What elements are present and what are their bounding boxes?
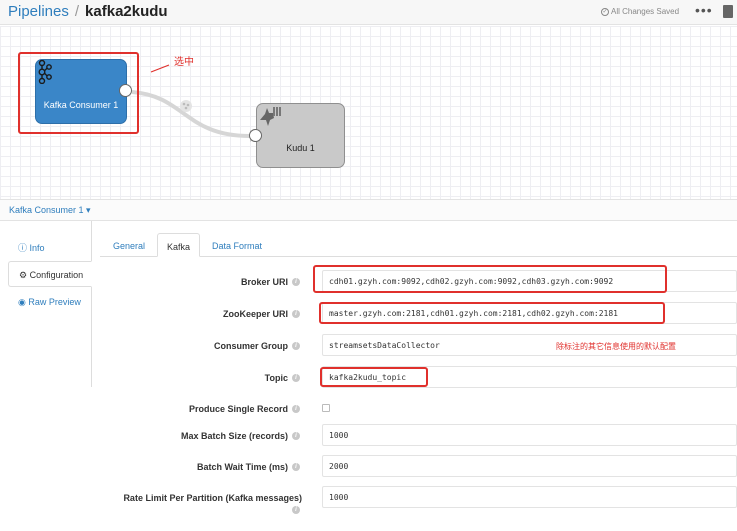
rate-limit-label: Rate Limit Per Partition (Kafka messages… [123,493,302,503]
zookeeper-uri-annotation-box [319,302,665,324]
config-tabs: General Kafka Data Format [100,233,737,257]
kafka-icon [38,60,52,84]
eye-icon: ◉ [18,297,29,307]
batch-wait-time-label: Batch Wait Time (ms) [196,462,288,472]
nav-item-raw-preview[interactable]: ◉ Raw Preview [8,289,92,315]
default-config-note: 除标注的其它信息使用的默认配置 [556,342,676,351]
nav-item-raw-preview-label: Raw Preview [28,297,81,307]
max-batch-size-info-icon[interactable]: i [292,432,300,440]
tab-general[interactable]: General [106,233,152,257]
save-status: ✓ All Changes Saved [601,7,679,16]
document-icon[interactable] [723,5,733,18]
batch-wait-time-field[interactable]: 2000 [322,455,737,477]
consumer-group-label: Consumer Group [213,341,288,351]
stage-kafka-consumer[interactable]: Kafka Consumer 1 [35,59,127,124]
consumer-group-info-icon[interactable]: i [292,342,300,350]
data-rules-icon [180,100,192,112]
topic-annotation-box [320,367,428,387]
save-status-text: All Changes Saved [611,7,680,16]
stage-kafka-label: Kafka Consumer 1 [43,100,119,110]
batch-wait-time-info-icon[interactable]: i [292,463,300,471]
pipeline-canvas[interactable]: 选中 Kafka Consumer 1 Kudu 1 [0,26,737,199]
header-bar: Pipelines / kafka2kudu ✓ All Changes Saved … [0,0,737,25]
more-dots-icon[interactable]: ••• [695,2,713,18]
config-left-nav: ⓘ Info ⚙ Configuration ◉ Raw Preview [0,221,92,531]
broker-uri-info-icon[interactable]: i [292,278,300,286]
max-batch-size-field[interactable]: 1000 [322,424,737,446]
pipeline-editor: Pipelines / kafka2kudu ✓ All Changes Saved … [0,0,737,531]
max-batch-size-label: Max Batch Size (records) [180,431,288,441]
produce-single-record-label: Produce Single Record [188,404,288,414]
stage-selector-bar: Kafka Consumer 1 ▾ [0,199,737,221]
broker-uri-annotation-box [313,265,667,293]
kudu-input-port[interactable] [249,129,262,142]
rate-limit-field[interactable]: 1000 [322,486,737,508]
nav-item-info-label: Info [29,243,45,253]
gear-icon: ⚙ [19,270,30,280]
produce-single-record-checkbox[interactable] [322,404,330,412]
kudu-icon [260,107,281,126]
breadcrumb: Pipelines / kafka2kudu [8,3,168,20]
kafka-output-port[interactable] [119,84,132,97]
produce-single-record-info-icon[interactable]: i [292,405,300,413]
stage-selector-dropdown[interactable]: Kafka Consumer 1 ▾ [9,205,91,216]
zookeeper-uri-info-icon[interactable]: i [292,310,300,318]
nav-item-configuration[interactable]: ⚙ Configuration [8,261,92,287]
tab-data-format[interactable]: Data Format [206,233,268,257]
pipeline-title: kafka2kudu [85,3,168,20]
nav-item-configuration-label: Configuration [29,270,84,280]
breadcrumb-pipelines-link[interactable]: Pipelines [8,3,69,20]
selection-annotation-label: 选中 [174,57,194,68]
rate-limit-info-icon[interactable]: i [292,506,300,514]
nav-item-info[interactable]: ⓘ Info [8,233,92,259]
stage-kudu[interactable]: Kudu 1 [256,103,345,168]
breadcrumb-separator: / [74,3,80,20]
topic-label: Topic [264,373,288,383]
stage-kudu-label: Kudu 1 [286,143,315,153]
zookeeper-uri-label: ZooKeeper URI [222,309,288,319]
topic-info-icon[interactable]: i [292,374,300,382]
tab-kafka[interactable]: Kafka [157,233,200,257]
info-icon: ⓘ [18,243,30,253]
broker-uri-label: Broker URI [240,277,288,287]
check-circle-icon: ✓ [601,7,609,16]
